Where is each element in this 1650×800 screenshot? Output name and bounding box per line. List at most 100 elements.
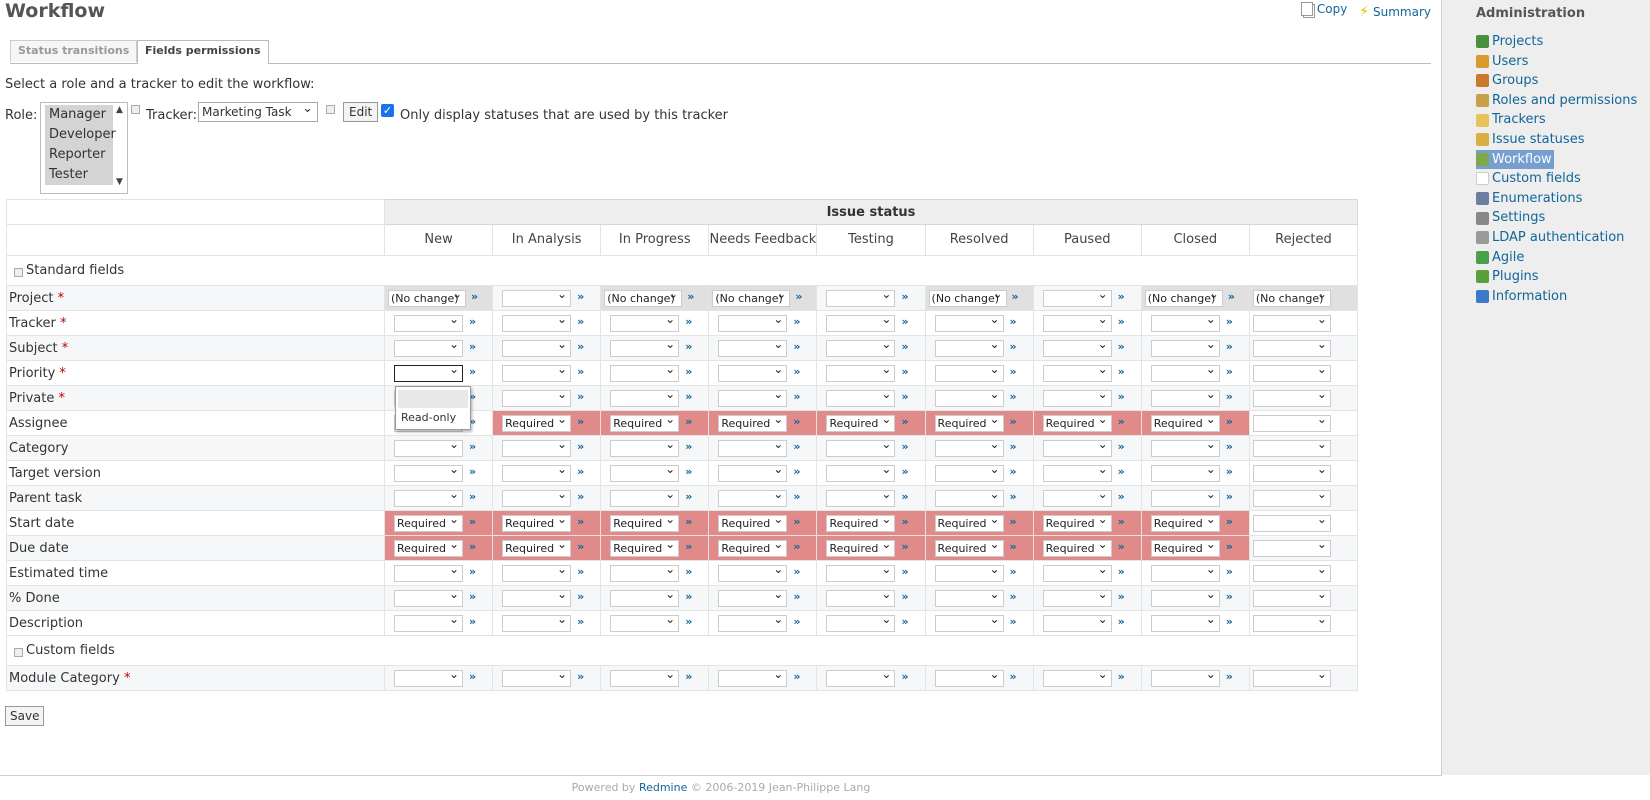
permission-select[interactable] bbox=[394, 362, 463, 382]
permission-select[interactable] bbox=[610, 312, 680, 332]
permission-select[interactable] bbox=[934, 667, 1004, 687]
role-option[interactable]: Reporter bbox=[45, 145, 113, 165]
apply-to-row-arrow-icon[interactable]: » bbox=[901, 565, 908, 578]
apply-to-row-arrow-icon[interactable]: » bbox=[1010, 440, 1017, 453]
permission-select[interactable] bbox=[1042, 387, 1112, 407]
permission-select[interactable]: Required bbox=[502, 412, 572, 432]
apply-to-row-arrow-icon[interactable]: » bbox=[793, 615, 800, 628]
permission-select[interactable] bbox=[718, 362, 788, 382]
apply-to-row-arrow-icon[interactable]: » bbox=[1010, 465, 1017, 478]
permission-select[interactable]: (No change) bbox=[388, 287, 466, 307]
apply-to-row-arrow-icon[interactable]: » bbox=[1010, 315, 1017, 328]
permission-select[interactable] bbox=[502, 462, 572, 482]
section-header[interactable]: Standard fields bbox=[6, 255, 1358, 286]
apply-to-row-arrow-icon[interactable]: » bbox=[901, 365, 908, 378]
apply-to-row-arrow-icon[interactable]: » bbox=[469, 465, 476, 478]
permission-select[interactable] bbox=[826, 667, 896, 687]
permission-select[interactable] bbox=[1150, 462, 1220, 482]
apply-to-row-arrow-icon[interactable]: » bbox=[901, 490, 908, 503]
permission-select[interactable] bbox=[610, 387, 680, 407]
scroll-down-icon[interactable]: ▼ bbox=[116, 177, 123, 187]
apply-to-row-arrow-icon[interactable]: » bbox=[1118, 615, 1125, 628]
only-used-checkbox[interactable]: ✓ bbox=[381, 104, 394, 117]
sidebar-link[interactable]: Plugins bbox=[1476, 267, 1541, 287]
apply-to-row-arrow-icon[interactable]: » bbox=[1226, 415, 1233, 428]
apply-to-row-arrow-icon[interactable]: » bbox=[469, 565, 476, 578]
apply-to-row-arrow-icon[interactable]: » bbox=[469, 440, 476, 453]
permission-select[interactable] bbox=[1150, 337, 1220, 357]
role-scrollbar[interactable]: ▲ ▼ bbox=[113, 103, 127, 193]
apply-to-row-arrow-icon[interactable]: » bbox=[577, 415, 584, 428]
sidebar-link[interactable]: Settings bbox=[1476, 208, 1547, 228]
permission-select[interactable] bbox=[1150, 387, 1220, 407]
apply-to-row-arrow-icon[interactable]: » bbox=[577, 440, 584, 453]
role-listbox[interactable]: Manager Developer Reporter Tester ▲ ▼ bbox=[40, 102, 128, 194]
permission-select[interactable]: (No change) bbox=[928, 287, 1007, 307]
permission-select[interactable] bbox=[394, 487, 463, 507]
permission-select[interactable]: Required bbox=[502, 512, 572, 532]
apply-to-row-arrow-icon[interactable]: » bbox=[793, 515, 800, 528]
apply-to-row-arrow-icon[interactable]: » bbox=[1226, 440, 1233, 453]
permission-select[interactable] bbox=[610, 612, 680, 632]
apply-to-row-arrow-icon[interactable]: » bbox=[1118, 290, 1125, 303]
apply-to-row-arrow-icon[interactable]: » bbox=[577, 615, 584, 628]
apply-to-row-arrow-icon[interactable]: » bbox=[1010, 615, 1017, 628]
apply-to-row-arrow-icon[interactable]: » bbox=[1118, 565, 1125, 578]
dropdown-option-blank[interactable] bbox=[398, 390, 468, 408]
apply-to-row-arrow-icon[interactable]: » bbox=[1226, 365, 1233, 378]
apply-to-row-arrow-icon[interactable]: » bbox=[1226, 615, 1233, 628]
permission-select[interactable] bbox=[826, 312, 896, 332]
apply-to-row-arrow-icon[interactable]: » bbox=[685, 540, 692, 553]
apply-to-row-arrow-icon[interactable]: » bbox=[687, 290, 694, 303]
permission-select[interactable] bbox=[826, 562, 896, 582]
sidebar-link[interactable]: Projects bbox=[1476, 32, 1545, 52]
edit-button[interactable]: Edit bbox=[343, 102, 379, 122]
permission-select[interactable] bbox=[1150, 562, 1220, 582]
permission-select[interactable] bbox=[394, 667, 463, 687]
permission-select[interactable] bbox=[1150, 587, 1220, 607]
permission-select[interactable]: Required bbox=[1150, 537, 1220, 557]
save-button[interactable]: Save bbox=[5, 706, 45, 726]
permission-select[interactable]: (No change) bbox=[604, 287, 683, 307]
permission-select[interactable] bbox=[1252, 337, 1331, 357]
role-option[interactable]: Tester bbox=[45, 165, 113, 185]
apply-to-row-arrow-icon[interactable]: » bbox=[1226, 465, 1233, 478]
permission-select[interactable] bbox=[1042, 462, 1112, 482]
apply-to-row-arrow-icon[interactable]: » bbox=[685, 615, 692, 628]
permission-select[interactable] bbox=[1252, 537, 1331, 557]
permission-select[interactable] bbox=[1252, 512, 1331, 532]
apply-to-row-arrow-icon[interactable]: » bbox=[793, 565, 800, 578]
permission-select[interactable] bbox=[502, 312, 572, 332]
role-option[interactable]: Manager bbox=[45, 105, 113, 125]
permission-select[interactable] bbox=[934, 337, 1004, 357]
apply-to-row-arrow-icon[interactable]: » bbox=[471, 290, 478, 303]
permission-select[interactable]: Required bbox=[718, 412, 788, 432]
permission-select[interactable] bbox=[502, 562, 572, 582]
permission-select[interactable] bbox=[718, 612, 788, 632]
role-option[interactable]: Developer bbox=[45, 125, 116, 145]
tab-status-transitions[interactable]: Status transitions bbox=[10, 40, 138, 62]
apply-to-row-arrow-icon[interactable]: » bbox=[793, 390, 800, 403]
apply-to-row-arrow-icon[interactable]: » bbox=[1010, 390, 1017, 403]
apply-to-row-arrow-icon[interactable]: » bbox=[469, 340, 476, 353]
permission-select[interactable] bbox=[718, 462, 788, 482]
apply-to-row-arrow-icon[interactable]: » bbox=[901, 290, 908, 303]
permission-select[interactable] bbox=[1252, 487, 1331, 507]
apply-to-row-arrow-icon[interactable]: » bbox=[469, 515, 476, 528]
permission-select[interactable]: (No change) bbox=[712, 287, 791, 307]
apply-to-row-arrow-icon[interactable]: » bbox=[901, 515, 908, 528]
permission-select[interactable] bbox=[826, 362, 896, 382]
permission-select[interactable] bbox=[1150, 667, 1220, 687]
permission-select[interactable] bbox=[1252, 437, 1331, 457]
permission-select[interactable]: (No change) bbox=[1144, 287, 1223, 307]
permission-select[interactable]: Required bbox=[610, 412, 680, 432]
apply-to-row-arrow-icon[interactable]: » bbox=[469, 615, 476, 628]
apply-to-row-arrow-icon[interactable]: » bbox=[1118, 540, 1125, 553]
apply-to-row-arrow-icon[interactable]: » bbox=[685, 670, 692, 683]
apply-to-row-arrow-icon[interactable]: » bbox=[901, 615, 908, 628]
apply-to-row-arrow-icon[interactable]: » bbox=[793, 490, 800, 503]
apply-to-row-arrow-icon[interactable]: » bbox=[1010, 365, 1017, 378]
permission-select[interactable]: Required bbox=[502, 537, 572, 557]
permission-select[interactable]: Required bbox=[826, 512, 896, 532]
apply-to-row-arrow-icon[interactable]: » bbox=[685, 440, 692, 453]
